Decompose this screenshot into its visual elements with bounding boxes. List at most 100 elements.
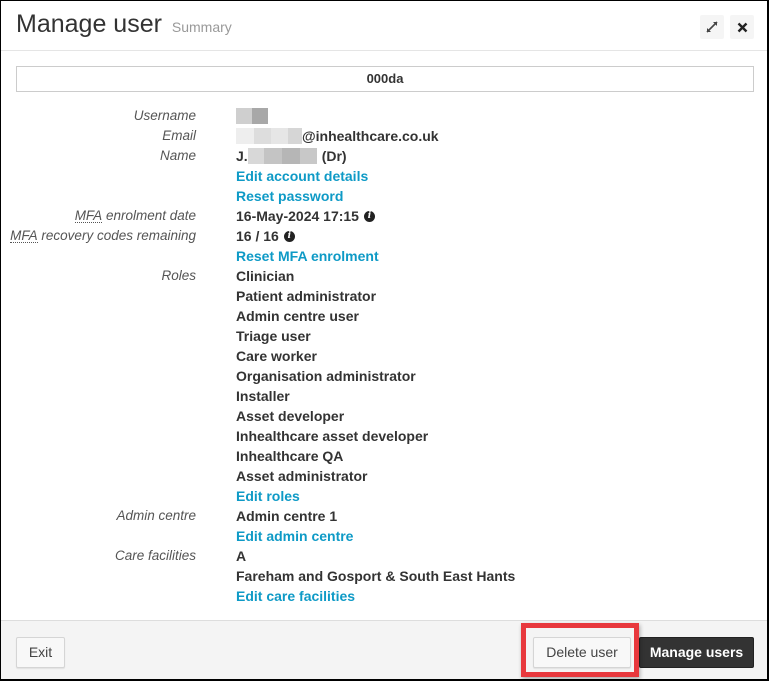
role-item: Installer — [236, 388, 290, 404]
redacted-block — [252, 108, 268, 124]
mfa-codes-label-text: recovery codes remaining — [37, 228, 196, 243]
empty-label — [1, 426, 216, 446]
role-item: Inhealthcare QA — [236, 448, 344, 464]
dialog-footer: Exit Delete user Manage users — [1, 620, 767, 679]
delete-user-button[interactable]: Delete user — [533, 637, 631, 668]
empty-label — [1, 286, 216, 306]
empty-label — [1, 466, 216, 486]
empty-label — [1, 406, 216, 426]
care-facility-row: Fareham and Gosport & South East Hants — [1, 566, 761, 586]
role-row: Inhealthcare asset developer — [1, 426, 761, 446]
empty-label — [1, 526, 216, 546]
redacted-block — [236, 108, 252, 124]
email-value: @inhealthcare.co.uk — [216, 126, 439, 146]
role-row: Installer — [1, 386, 761, 406]
redacted-block — [271, 128, 288, 144]
email-domain: @inhealthcare.co.uk — [302, 128, 439, 144]
empty-label — [1, 186, 216, 206]
manage-users-button[interactable]: Manage users — [639, 637, 754, 668]
redacted-block — [288, 128, 302, 144]
title-text: Manage user — [16, 10, 162, 38]
expand-arrows-icon — [706, 21, 718, 33]
role-item: Inhealthcare asset developer — [236, 428, 429, 444]
mfa-codes-label: MFA recovery codes remaining — [1, 226, 216, 246]
role-row: Admin centre user — [1, 306, 761, 326]
user-details: Username Email @inhealthcare.co.uk Name … — [1, 106, 761, 606]
subtitle-text: Summary — [171, 19, 232, 35]
empty-label — [1, 246, 216, 266]
edit-care-facilities-link[interactable]: Edit care facilities — [216, 586, 355, 606]
redacted-block — [299, 148, 317, 164]
reset-password-link[interactable]: Reset password — [216, 186, 343, 206]
role-row: Roles Clinician — [1, 266, 761, 286]
role-item: Organisation administrator — [236, 368, 416, 384]
empty-label — [1, 306, 216, 326]
role-row: Care worker — [1, 346, 761, 366]
roles-label: Roles — [161, 268, 196, 283]
role-item: Asset developer — [236, 408, 345, 424]
mfa-codes-text: 16 / 16 — [236, 228, 279, 244]
edit-admin-centre-link[interactable]: Edit admin centre — [216, 526, 353, 546]
role-item: Clinician — [236, 268, 295, 284]
mfa-date-row: MFA enrolment date 16-May-2024 17:15 i — [1, 206, 761, 226]
name-row: Name J. (Dr) — [1, 146, 761, 166]
role-row: Patient administrator — [1, 286, 761, 306]
mfa-abbr: MFA — [10, 228, 38, 243]
role-row: Asset administrator — [1, 466, 761, 486]
mfa-date-label-text: enrolment date — [102, 208, 196, 223]
reset-mfa-enrolment-link[interactable]: Reset MFA enrolment — [216, 246, 379, 266]
name-suffix: (Dr) — [321, 148, 347, 164]
care-facility-row: Care facilities A — [1, 546, 761, 566]
empty-label — [1, 326, 216, 346]
name-value: J. (Dr) — [216, 146, 347, 166]
reset-mfa-row: Reset MFA enrolment — [1, 246, 761, 266]
role-row: Asset developer — [1, 406, 761, 426]
manage-user-dialog: Manage user Summary 000da Username Email… — [0, 0, 769, 681]
expand-button[interactable] — [700, 15, 724, 39]
admin-centre-label: Admin centre — [116, 508, 196, 523]
empty-label — [1, 386, 216, 406]
redacted-block — [247, 148, 264, 164]
mfa-date-text: 16-May-2024 17:15 — [236, 208, 359, 224]
care-facility-item: A — [236, 548, 247, 564]
role-row: Triage user — [1, 326, 761, 346]
empty-label — [1, 446, 216, 466]
exit-button[interactable]: Exit — [16, 637, 65, 668]
empty-label — [1, 366, 216, 386]
role-row: Organisation administrator — [1, 366, 761, 386]
empty-label — [1, 166, 216, 186]
empty-label — [1, 566, 216, 586]
reset-password-row: Reset password — [1, 186, 761, 206]
edit-care-facilities-row: Edit care facilities — [1, 586, 761, 606]
empty-label — [1, 586, 216, 606]
mfa-abbr: MFA — [74, 208, 103, 223]
username-label: Username — [133, 108, 196, 123]
edit-account-row: Edit account details — [1, 166, 761, 186]
info-icon[interactable]: i — [283, 230, 295, 242]
mfa-date-label: MFA enrolment date — [1, 206, 216, 226]
admin-centre-row: Admin centre Admin centre 1 — [1, 506, 761, 526]
care-facility-item: Fareham and Gosport & South East Hants — [236, 568, 516, 584]
edit-roles-row: Edit roles — [1, 486, 761, 506]
redacted-block — [281, 148, 300, 164]
email-row: Email @inhealthcare.co.uk — [1, 126, 761, 146]
name-prefix: J. — [236, 148, 248, 164]
redacted-block — [263, 148, 282, 164]
username-row: Username — [1, 106, 761, 126]
edit-roles-link[interactable]: Edit roles — [216, 486, 300, 506]
redacted-block — [254, 128, 271, 144]
info-icon[interactable]: i — [363, 210, 375, 222]
mfa-date-value: 16-May-2024 17:15 i — [216, 206, 375, 226]
role-item: Patient administrator — [236, 288, 377, 304]
role-item: Admin centre user — [236, 308, 359, 324]
close-button[interactable] — [730, 15, 754, 39]
mfa-codes-row: MFA recovery codes remaining 16 / 16 i — [1, 226, 761, 246]
role-item: Care worker — [236, 348, 317, 364]
admin-centre-value: Admin centre 1 — [236, 508, 338, 524]
redacted-block — [236, 128, 254, 144]
role-row: Inhealthcare QA — [1, 446, 761, 466]
edit-account-details-link[interactable]: Edit account details — [216, 166, 368, 186]
edit-admin-centre-row: Edit admin centre — [1, 526, 761, 546]
empty-label — [1, 486, 216, 506]
username-value — [216, 106, 268, 126]
